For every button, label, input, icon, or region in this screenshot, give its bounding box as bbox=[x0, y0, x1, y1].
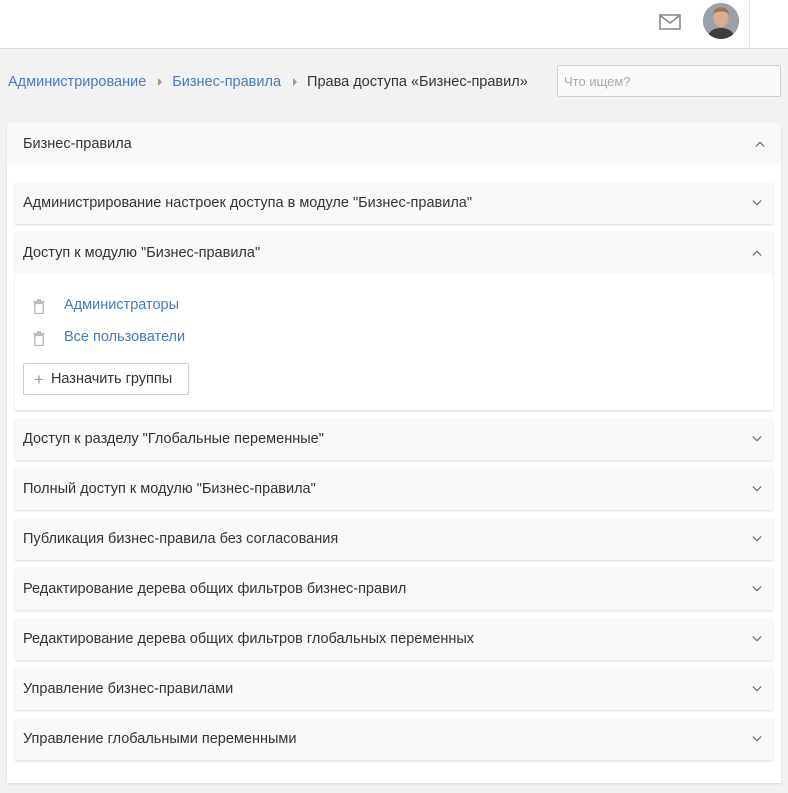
section-header-business-rules[interactable]: Бизнес-правила bbox=[7, 123, 781, 165]
chevron-down-icon[interactable] bbox=[752, 484, 762, 494]
permission-header[interactable]: Управление бизнес-правилами bbox=[15, 668, 773, 710]
permission-panel: Редактирование дерева общих фильтров биз… bbox=[15, 568, 773, 610]
permission-header[interactable]: Редактирование дерева общих фильтров биз… bbox=[15, 568, 773, 610]
chevron-down-icon[interactable] bbox=[752, 198, 762, 208]
breadcrumb-link-administration[interactable]: Администрирование bbox=[8, 74, 146, 90]
user-avatar[interactable] bbox=[703, 3, 739, 39]
permission-title: Управление глобальными переменными bbox=[23, 731, 297, 747]
breadcrumb-separator-icon bbox=[158, 78, 163, 86]
permission-title: Управление бизнес-правилами bbox=[23, 681, 234, 697]
permission-header[interactable]: Доступ к модулю "Бизнес-правила" bbox=[15, 232, 773, 274]
breadcrumb-current: Права доступа «Бизнес-правил» bbox=[307, 74, 528, 90]
permission-header[interactable]: Полный доступ к модулю "Бизнес-правила" bbox=[15, 468, 773, 510]
chevron-down-icon[interactable] bbox=[752, 584, 762, 594]
permission-panel-expanded: Доступ к модулю "Бизнес-правила" Админис… bbox=[15, 232, 773, 410]
assign-groups-button[interactable]: + Назначить группы bbox=[23, 363, 189, 395]
permission-title: Редактирование дерева общих фильтров биз… bbox=[23, 581, 407, 597]
chevron-up-icon[interactable] bbox=[752, 248, 762, 258]
top-bar bbox=[0, 0, 788, 49]
permission-header[interactable]: Доступ к разделу "Глобальные переменные" bbox=[15, 418, 773, 460]
breadcrumb-separator-icon bbox=[293, 78, 298, 86]
group-row: Администраторы bbox=[15, 296, 315, 318]
mail-icon bbox=[659, 14, 681, 30]
permission-panel: Управление бизнес-правилами bbox=[15, 668, 773, 710]
permission-panel: Доступ к разделу "Глобальные переменные" bbox=[15, 418, 773, 460]
group-row: Все пользователи bbox=[15, 328, 315, 350]
permission-panel: Управление глобальными переменными bbox=[15, 718, 773, 760]
chevron-down-icon[interactable] bbox=[752, 634, 762, 644]
permission-title: Доступ к разделу "Глобальные переменные" bbox=[23, 431, 324, 447]
chevron-down-icon[interactable] bbox=[752, 534, 762, 544]
chevron-down-icon[interactable] bbox=[752, 734, 762, 744]
permissions-card: Бизнес-правила Администрирование настрое… bbox=[7, 123, 781, 783]
chevron-down-icon[interactable] bbox=[752, 434, 762, 444]
permission-header[interactable]: Редактирование дерева общих фильтров гло… bbox=[15, 618, 773, 660]
topbar-divider bbox=[749, 0, 750, 48]
permission-title: Редактирование дерева общих фильтров гло… bbox=[23, 631, 475, 647]
page-header: Администрирование Бизнес-правила Права д… bbox=[0, 50, 788, 116]
permission-title: Доступ к модулю "Бизнес-правила" bbox=[23, 245, 261, 261]
chevron-down-icon[interactable] bbox=[752, 684, 762, 694]
permission-panel: Полный доступ к модулю "Бизнес-правила" bbox=[15, 468, 773, 510]
permission-panel: Публикация бизнес-правила без согласован… bbox=[15, 518, 773, 560]
permission-panel: Администрирование настроек доступа в мод… bbox=[15, 182, 773, 224]
permission-header[interactable]: Публикация бизнес-правила без согласован… bbox=[15, 518, 773, 560]
avatar-image bbox=[703, 3, 739, 39]
assign-groups-label: Назначить группы bbox=[50, 371, 173, 387]
permission-body: Администраторы Все пользователи + Назнач… bbox=[15, 274, 773, 410]
permission-title: Администрирование настроек доступа в мод… bbox=[23, 195, 473, 211]
permission-title: Полный доступ к модулю "Бизнес-правила" bbox=[23, 481, 316, 497]
group-link-all-users[interactable]: Все пользователи bbox=[64, 329, 185, 345]
search-input[interactable] bbox=[557, 65, 781, 97]
plus-icon: + bbox=[34, 369, 44, 389]
group-link-administrators[interactable]: Администраторы bbox=[64, 297, 179, 313]
breadcrumb: Администрирование Бизнес-правила Права д… bbox=[8, 72, 528, 92]
section-title: Бизнес-правила bbox=[23, 136, 132, 152]
permission-header[interactable]: Администрирование настроек доступа в мод… bbox=[15, 182, 773, 224]
permission-panel: Редактирование дерева общих фильтров гло… bbox=[15, 618, 773, 660]
permission-header[interactable]: Управление глобальными переменными bbox=[15, 718, 773, 760]
trash-icon[interactable] bbox=[33, 331, 45, 346]
chevron-up-icon[interactable] bbox=[755, 139, 765, 149]
permission-title: Публикация бизнес-правила без согласован… bbox=[23, 531, 339, 547]
trash-icon[interactable] bbox=[33, 299, 45, 314]
mail-button[interactable] bbox=[658, 12, 682, 32]
breadcrumb-link-business-rules[interactable]: Бизнес-правила bbox=[172, 74, 281, 90]
